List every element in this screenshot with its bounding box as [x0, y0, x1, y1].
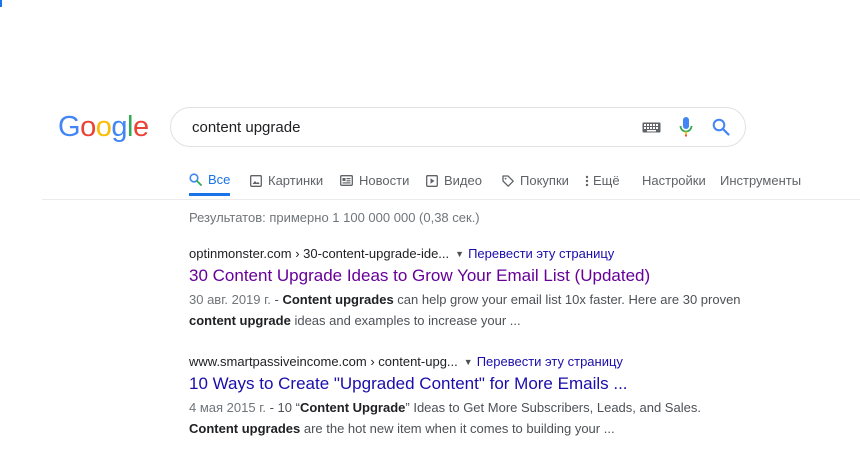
tabs-divider — [42, 199, 860, 200]
tab-shopping[interactable]: Покупки — [502, 165, 569, 196]
keyboard-icon[interactable] — [639, 108, 663, 146]
result-stats: Результатов: примерно 1 100 000 000 (0,3… — [189, 210, 480, 225]
tab-news[interactable]: Новости — [340, 165, 409, 196]
logo-letter: o — [95, 111, 112, 143]
snippet-text: can help grow your email list 10x faster… — [393, 292, 741, 307]
result-cite-row: optinmonster.com › 30-content-upgrade-id… — [189, 244, 749, 264]
result-date: 4 мая 2015 г. — [189, 400, 266, 415]
tab-images[interactable]: Картинки — [250, 165, 323, 196]
tag-icon — [502, 174, 514, 187]
result-title-link[interactable]: 10 Ways to Create "Upgraded Content" for… — [189, 372, 749, 396]
caret-down-icon[interactable]: ▼ — [455, 249, 464, 259]
tab-label: Все — [208, 171, 231, 187]
snippet-text: are the hot new item when it comes to bu… — [300, 421, 615, 436]
logo-letter: o — [80, 111, 96, 143]
tab-label: Ещё — [593, 173, 620, 188]
search-result: optinmonster.com › 30-content-upgrade-id… — [189, 244, 749, 331]
logo-letter: e — [132, 111, 149, 143]
tab-all[interactable]: Все — [189, 165, 231, 196]
snippet-highlight: Content upgrades — [282, 292, 394, 307]
video-icon — [426, 174, 438, 187]
snippet-highlight: content upgrade — [189, 313, 291, 328]
result-title-link[interactable]: 30 Content Upgrade Ideas to Grow Your Em… — [189, 264, 749, 288]
result-url[interactable]: optinmonster.com › 30-content-upgrade-id… — [189, 246, 449, 261]
snippet-text: - — [270, 292, 283, 307]
result-date: 30 авг. 2019 г. — [189, 292, 271, 307]
snippet-text: ” Ideas to Get More Subscribers, Leads, … — [405, 400, 701, 415]
more-vertical-icon — [585, 175, 589, 187]
tab-more[interactable]: Ещё — [585, 165, 620, 196]
microphone-icon[interactable] — [676, 108, 696, 146]
search-box[interactable] — [170, 107, 746, 147]
result-snippet: 30 авг. 2019 г. - Content upgrades can h… — [189, 289, 749, 331]
tab-label: Новости — [359, 173, 410, 188]
result-url[interactable]: www.smartpassiveincome.com › content-upg… — [189, 354, 458, 369]
snippet-highlight: Content Upgrade — [299, 400, 406, 415]
tab-video[interactable]: Видео — [426, 165, 482, 196]
translate-link[interactable]: Перевести эту страницу — [477, 354, 623, 369]
logo-letter: g — [111, 111, 127, 143]
tab-settings[interactable]: Настройки — [642, 165, 706, 196]
result-snippet: 4 мая 2015 г. - 10 “Content Upgrade” Ide… — [189, 397, 749, 439]
tab-label: Покупки — [520, 173, 569, 188]
caret-down-icon[interactable]: ▼ — [464, 357, 473, 367]
google-logo[interactable]: Google — [58, 110, 149, 144]
news-icon — [340, 175, 353, 186]
snippet-highlight: Content upgrades — [189, 421, 301, 436]
search-icon — [189, 172, 202, 186]
snippet-text: ideas and examples to increase your ... — [290, 313, 521, 328]
logo-letter: G — [58, 111, 81, 143]
tab-label: Настройки — [642, 173, 706, 188]
result-cite-row: www.smartpassiveincome.com › content-upg… — [189, 352, 749, 372]
tab-label: Картинки — [268, 173, 324, 188]
snippet-text: - 10 “ — [265, 400, 300, 415]
search-result: www.smartpassiveincome.com › content-upg… — [189, 352, 749, 439]
tab-tools[interactable]: Инструменты — [720, 165, 801, 196]
translate-link[interactable]: Перевести эту страницу — [468, 246, 614, 261]
image-icon — [250, 174, 262, 187]
tab-label: Видео — [444, 173, 482, 188]
corner-marker — [0, 0, 2, 7]
search-input[interactable] — [190, 111, 634, 143]
tab-label: Инструменты — [720, 173, 802, 188]
search-icon[interactable] — [709, 108, 733, 146]
search-tabs: Все Картинки Новости Видео Покупки Ещё Н… — [0, 165, 860, 199]
